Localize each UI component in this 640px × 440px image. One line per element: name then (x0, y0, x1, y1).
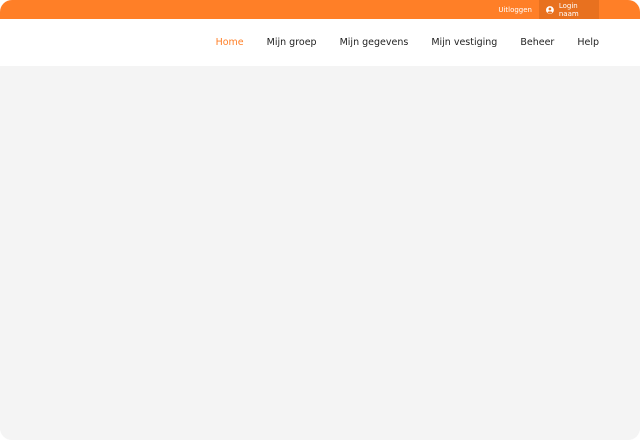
main-content-area (0, 66, 640, 440)
nav-item-mijn-gegevens[interactable]: Mijn gegevens (340, 37, 409, 48)
top-bar: Uitloggen Login naam (0, 0, 640, 19)
nav-item-mijn-vestiging[interactable]: Mijn vestiging (431, 37, 497, 48)
nav-item-home[interactable]: Home (216, 37, 244, 48)
app-frame: Uitloggen Login naam Home Mijn groep Mij… (0, 0, 640, 440)
main-nav: Home Mijn groep Mijn gegevens Mijn vesti… (0, 19, 640, 66)
login-name-label: Login naam (558, 1, 579, 18)
nav-item-help[interactable]: Help (577, 37, 599, 48)
nav-item-beheer[interactable]: Beheer (520, 37, 554, 48)
nav-item-mijn-groep[interactable]: Mijn groep (267, 37, 317, 48)
login-name-button[interactable]: Login naam (539, 0, 599, 19)
logout-link[interactable]: Uitloggen (491, 0, 539, 19)
user-circle-icon (546, 5, 554, 14)
